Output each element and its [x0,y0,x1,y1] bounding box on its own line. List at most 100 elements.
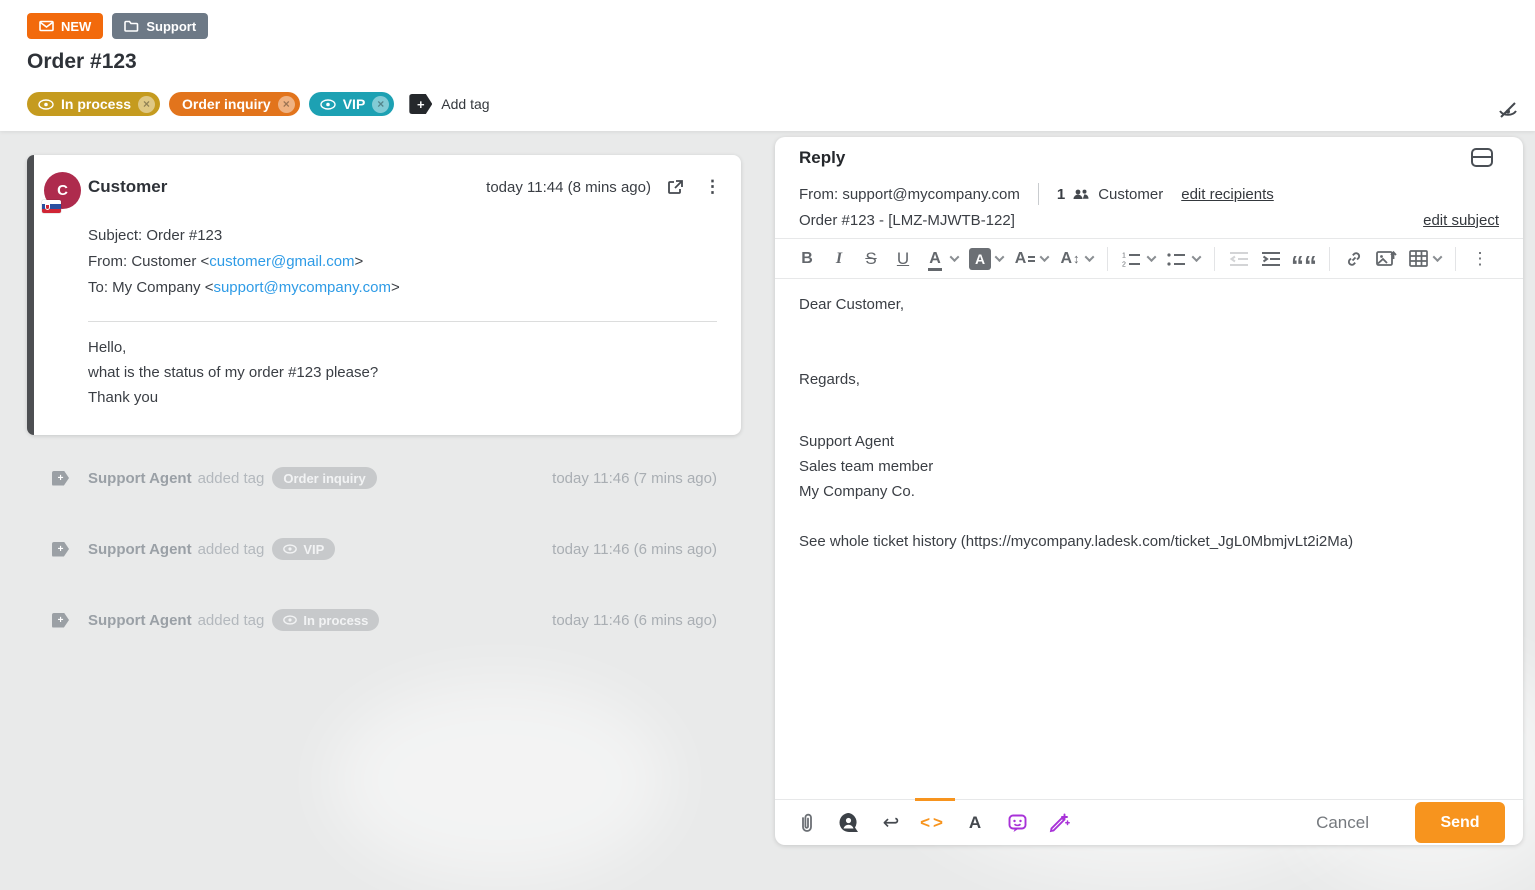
collapse-editor-icon[interactable] [1471,148,1493,167]
font-color-icon[interactable]: A [929,250,941,268]
italic-icon[interactable]: I [827,245,851,273]
remove-tag-icon[interactable]: × [372,96,389,113]
indent-icon[interactable] [1259,245,1283,273]
chevron-down-icon[interactable] [995,252,1005,262]
highlight-color-icon[interactable]: A [969,248,991,270]
department-badge: Support [112,13,208,39]
message-divider [88,321,717,322]
reply-title: Reply [799,148,845,168]
message-accent-bar [27,155,34,435]
attachment-icon[interactable] [793,808,821,838]
badge-row: NEW Support [27,13,208,39]
message-body-line: Hello, [88,335,378,360]
remove-tag-icon[interactable]: × [138,96,155,113]
insert-table-icon[interactable] [1406,245,1430,273]
recipient-count: 1 [1057,186,1065,203]
ai-writer-icon[interactable] [1045,808,1073,838]
toolbar-divider [1214,247,1215,271]
ticket-title: Order #123 [27,50,137,74]
remove-tag-icon[interactable]: × [278,96,295,113]
reply-editor[interactable]: Dear Customer, Regards, Support Agent Sa… [787,279,1505,799]
insert-image-icon[interactable] [1374,245,1398,273]
chevron-down-icon[interactable] [1040,252,1050,262]
reply-line [799,504,1493,529]
reply-line [799,317,1493,342]
department-badge-label: Support [146,19,196,34]
timeline-action: added tag [198,470,265,487]
cancel-button[interactable]: Cancel [1316,813,1369,833]
chevron-down-icon[interactable] [950,252,960,262]
blockquote-icon[interactable]: ““ [1291,245,1317,273]
font-family-icon[interactable]: A [1013,245,1037,273]
ai-chatbot-icon[interactable] [1003,808,1031,838]
eye-off-icon[interactable] [1496,98,1520,122]
eye-icon [320,99,336,110]
edit-recipients-link[interactable]: edit recipients [1181,186,1274,203]
toolbar-divider [1107,247,1108,271]
tag-plus-icon: + [52,471,69,486]
chevron-down-icon[interactable] [1192,252,1202,262]
bold-icon[interactable]: B [795,245,819,273]
tag-label: VIP [343,96,366,112]
tag-plus-icon: + [52,613,69,628]
eye-icon [283,615,297,625]
strikethrough-icon[interactable]: S [859,245,883,273]
reply-line: Dear Customer, [799,292,1493,317]
message-to-line: To: My Company <support@mycompany.com> [88,275,400,301]
timeline-agent: Support Agent [88,470,192,487]
message-body-line: Thank you [88,385,378,410]
svg-text:2: 2 [1122,261,1126,267]
kebab-menu-icon[interactable]: ⋮ [704,177,721,197]
reply-from-email: support@mycompany.com [842,186,1020,203]
chevron-down-icon[interactable] [1433,252,1443,262]
from-email-link[interactable]: customer@gmail.com [209,253,354,270]
ordered-list-icon[interactable]: 1 2 [1120,245,1144,273]
external-link-icon[interactable] [667,179,684,196]
message-from-line: From: Customer <customer@gmail.com> [88,249,400,275]
formatting-toolbar: B I S U A A A A↕ 1 2 [775,238,1523,279]
bullet-list-icon[interactable] [1165,245,1189,273]
country-flag-icon [42,200,61,213]
underline-icon[interactable]: U [891,245,915,273]
reply-footer: ↩ <> A Cancel Send [775,799,1523,845]
timeline-tag-pill: VIP [272,538,335,560]
more-options-icon[interactable]: ⋮ [1468,245,1492,273]
chevron-down-icon[interactable] [1147,252,1157,262]
status-badge-new: NEW [27,13,103,39]
link-icon[interactable] [1342,245,1366,273]
sender-name: Customer [88,177,167,197]
code-view-icon[interactable]: <> [919,808,947,838]
tag-label: In process [61,96,131,112]
tag-row: In process × Order inquiry × VIP × + Add… [27,92,490,116]
edit-subject-link[interactable]: edit subject [1423,212,1499,229]
tag-order-inquiry[interactable]: Order inquiry × [169,92,300,116]
reply-from-label: From: [799,186,838,203]
to-email-link[interactable]: support@mycompany.com [213,279,391,296]
timeline-entry: + Support Agent added tag VIP today 11:4… [27,536,741,562]
reply-line: Sales team member [799,454,1493,479]
reply-panel: Reply From: support@mycompany.com 1 Cust… [775,137,1523,845]
toolbar-divider [1329,247,1330,271]
reply-line: Support Agent [799,429,1493,454]
recipient-name: Customer [1098,186,1163,203]
outdent-icon[interactable] [1227,245,1251,273]
add-tag-button[interactable]: + Add tag [409,94,489,114]
reply-line: My Company Co. [799,479,1493,504]
canned-message-icon[interactable] [835,808,863,838]
tag-vip[interactable]: VIP × [309,92,395,116]
timeline-agent: Support Agent [88,612,192,629]
text-format-icon[interactable]: A [961,808,989,838]
font-size-icon[interactable]: A↕ [1058,245,1082,273]
tag-in-process[interactable]: In process × [27,92,160,116]
timeline-entry: + Support Agent added tag In process tod… [27,607,741,633]
background-cloud [330,680,670,880]
tag-plus-icon: + [409,94,432,114]
svg-text:1: 1 [1122,252,1126,259]
timeline-tag-pill: In process [272,609,379,631]
timeline-action: added tag [198,612,265,629]
chevron-down-icon[interactable] [1085,252,1095,262]
timeline-timestamp: today 11:46 (7 mins ago) [552,470,717,487]
message-body-line: what is the status of my order #123 plea… [88,360,378,385]
send-button[interactable]: Send [1415,802,1505,843]
insert-reply-icon[interactable]: ↩ [877,808,905,838]
